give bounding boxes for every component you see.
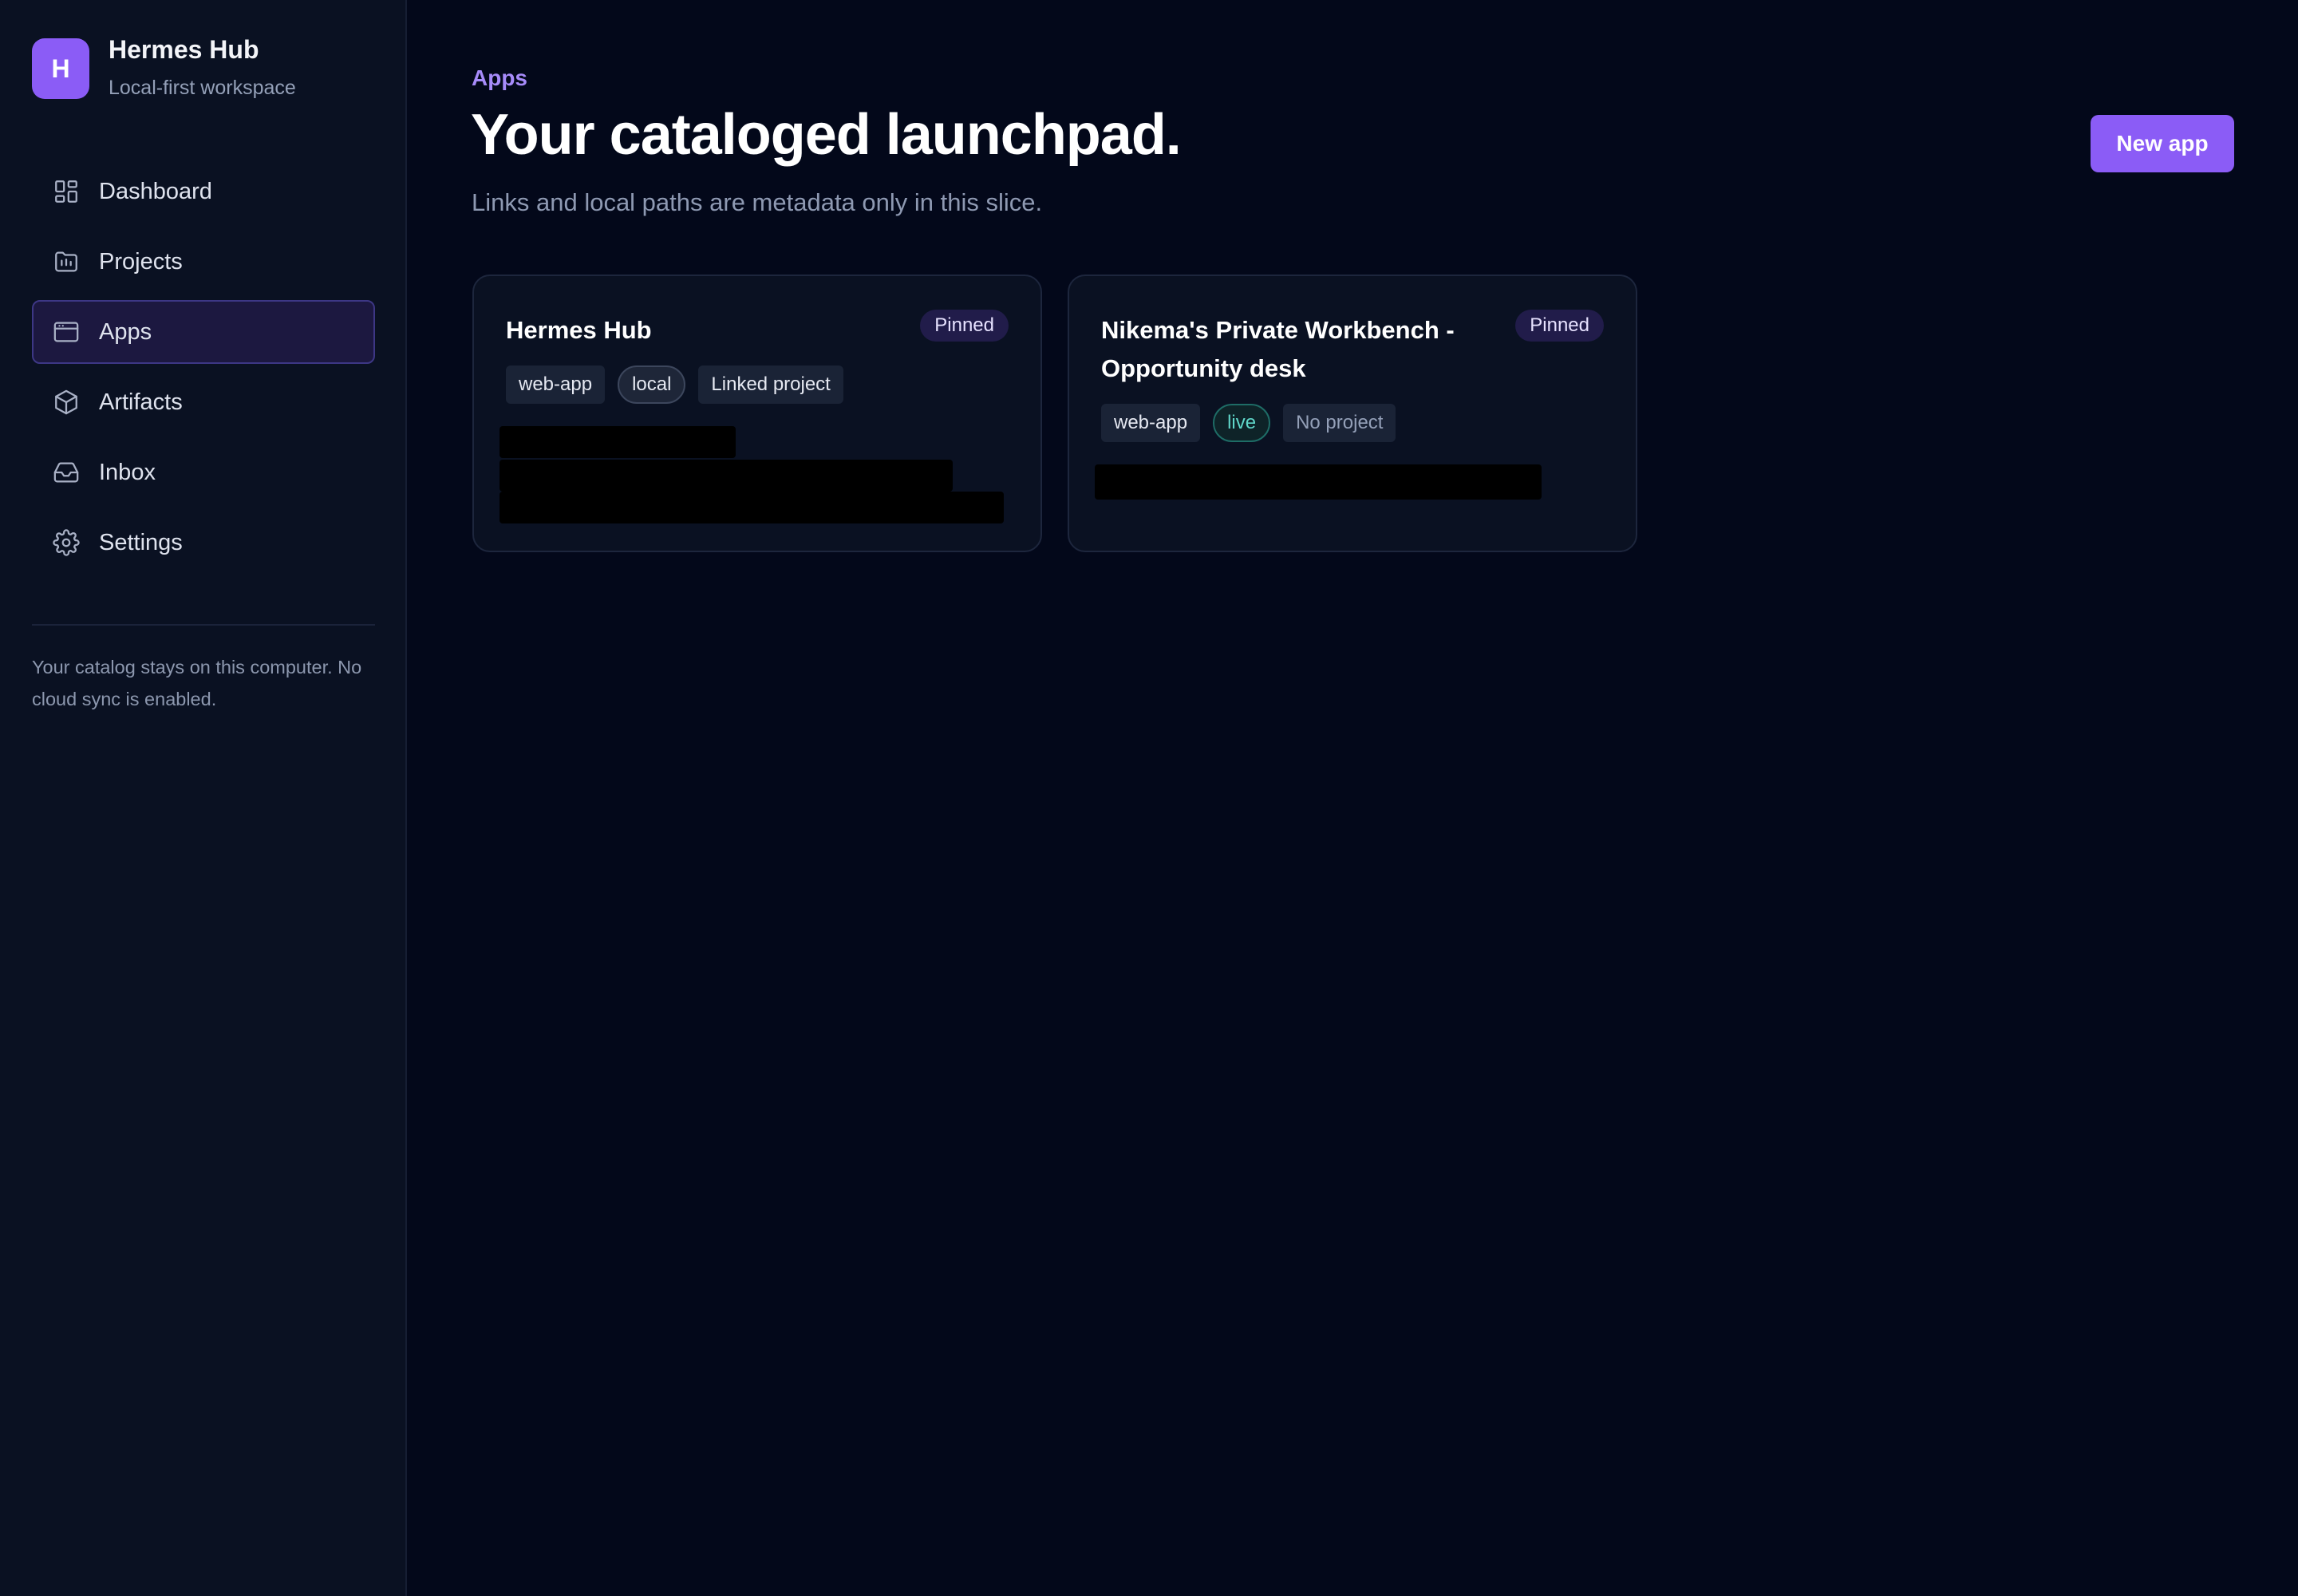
sidebar-item-label: Inbox: [99, 459, 156, 485]
page-title: Your cataloged launchpad.: [471, 103, 1182, 167]
brand-subtitle: Local-first workspace: [109, 77, 296, 99]
page-subtitle: Links and local paths are metadata only …: [472, 188, 1043, 216]
tag-status: local: [618, 365, 686, 404]
sidebar-item-inbox[interactable]: Inbox: [32, 440, 375, 504]
sidebar-item-projects[interactable]: Projects: [32, 230, 375, 294]
sidebar-item-label: Projects: [99, 248, 183, 275]
tag-project: No project: [1283, 404, 1396, 442]
tag-type: web-app: [506, 365, 606, 404]
app-window-icon: [53, 318, 80, 346]
sidebar-divider: [32, 624, 375, 626]
brand: H Hermes Hub Local-first workspace: [32, 35, 296, 99]
sidebar-item-dashboard[interactable]: Dashboard: [32, 160, 375, 223]
brand-name: Hermes Hub: [109, 35, 259, 64]
app-card-title[interactable]: Hermes Hub: [506, 311, 921, 350]
gear-icon: [53, 529, 80, 556]
redacted-block: [499, 492, 1004, 523]
sidebar-item-artifacts[interactable]: Artifacts: [32, 370, 375, 434]
tag-status: live: [1213, 404, 1271, 442]
sidebar: H Hermes Hub Local-first workspace Dashb…: [0, 0, 407, 1596]
sidebar-item-label: Apps: [99, 318, 152, 345]
sidebar-item-apps[interactable]: Apps: [32, 300, 375, 364]
redacted-block: [499, 460, 953, 492]
app-card-private-workbench[interactable]: Nikema's Private Workbench - Opportunity…: [1068, 275, 1637, 552]
sidebar-item-label: Dashboard: [99, 178, 212, 204]
redacted-block: [499, 426, 736, 458]
app-card-tags: web-app live No project: [1101, 404, 1408, 442]
app-card-title[interactable]: Nikema's Private Workbench - Opportunity…: [1101, 311, 1516, 388]
app-card-tags: web-app local Linked project: [506, 365, 856, 404]
app-card-hermes-hub[interactable]: Hermes Hub Pinned web-app local Linked p…: [472, 275, 1042, 552]
new-app-button[interactable]: New app: [2091, 115, 2234, 172]
folder-chart-icon: [53, 248, 80, 275]
sidebar-item-label: Settings: [99, 529, 183, 555]
sidebar-item-label: Artifacts: [99, 389, 183, 415]
inbox-icon: [53, 459, 80, 486]
tag-type: web-app: [1101, 404, 1201, 442]
pinned-badge: Pinned: [1515, 310, 1604, 342]
package-icon: [53, 389, 80, 416]
sidebar-nav: Dashboard Projects Apps Artifacts Inbox …: [32, 160, 375, 581]
brand-logo: H: [32, 38, 89, 99]
sidebar-item-settings[interactable]: Settings: [32, 511, 375, 575]
main-content: Apps Your cataloged launchpad. Links and…: [407, 0, 2298, 1596]
redacted-block: [1095, 464, 1542, 500]
app-root: H Hermes Hub Local-first workspace Dashb…: [0, 0, 2298, 1596]
pinned-badge: Pinned: [920, 310, 1009, 342]
tag-project: Linked project: [698, 365, 843, 404]
page-eyebrow: Apps: [472, 65, 527, 90]
sidebar-note: Your catalog stays on this computer. No …: [32, 657, 362, 709]
dashboard-icon: [53, 178, 80, 205]
